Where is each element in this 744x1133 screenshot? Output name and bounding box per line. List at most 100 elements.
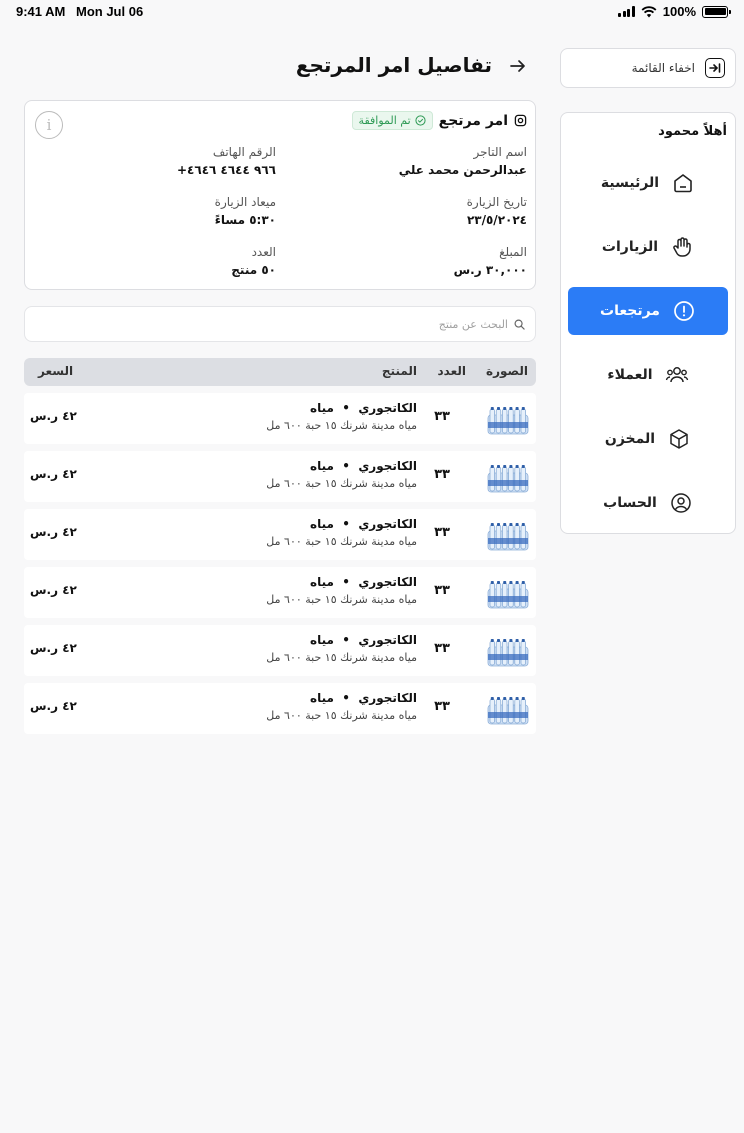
sidebar: أهلاً محمود الرئيسية الزيارات مرتجعات ال… bbox=[560, 112, 736, 534]
product-image bbox=[486, 463, 530, 495]
status-date: Mon Jul 06 bbox=[76, 4, 144, 19]
row-price: ٤٢ ر.س bbox=[30, 525, 77, 539]
row-name: مياه bbox=[310, 401, 334, 415]
phone-value: +٩٦٦ ٤٦٤٤ ٤٦٤٦ bbox=[176, 163, 276, 177]
row-name: مياه bbox=[310, 575, 334, 589]
status-time: 9:41 AM bbox=[16, 4, 66, 19]
sidebar-item-label: العملاء bbox=[607, 367, 653, 383]
row-category: الكاتجوري bbox=[358, 401, 417, 415]
row-desc: مياه مدينة شرنك ١٥ حبة ٦٠٠ مل bbox=[266, 477, 417, 490]
status-badge-text: تم الموافقة bbox=[358, 114, 411, 127]
row-desc: مياه مدينة شرنك ١٥ حبة ٦٠٠ مل bbox=[266, 535, 417, 548]
greeting: أهلاً محمود bbox=[658, 124, 727, 139]
signal-icon bbox=[618, 6, 635, 17]
visit-time-label: ميعاد الزيارة bbox=[214, 195, 276, 209]
row-name: مياه bbox=[310, 459, 334, 473]
sidebar-item-label: الحساب bbox=[603, 495, 657, 511]
sidebar-item-warehouse[interactable]: المخزن bbox=[568, 415, 728, 463]
merchant-field: اسم التاجر عبدالرحمن محمد علي bbox=[399, 145, 527, 177]
check-circle-icon bbox=[415, 115, 426, 126]
visit-time-value: ٥:٣٠ مساءً bbox=[214, 213, 276, 227]
row-price: ٤٢ ر.س bbox=[30, 641, 77, 655]
count-value: ٥٠ منتج bbox=[231, 263, 276, 277]
row-qty: ٣٣ bbox=[434, 409, 450, 424]
visit-date-label: تاريخ الزيارة bbox=[466, 195, 527, 209]
header-qty: العدد bbox=[437, 364, 466, 378]
sidebar-item-label: الزيارات bbox=[601, 239, 659, 255]
collapse-icon bbox=[705, 58, 725, 78]
wifi-icon bbox=[641, 5, 657, 17]
row-qty: ٣٣ bbox=[434, 641, 450, 656]
row-category: الكاتجوري bbox=[358, 575, 417, 589]
count-label: العدد bbox=[251, 245, 276, 259]
row-price: ٤٢ ر.س bbox=[30, 699, 77, 713]
visit-time-field: ميعاد الزيارة ٥:٣٠ مساءً bbox=[215, 195, 276, 227]
sidebar-item-account[interactable]: الحساب bbox=[568, 479, 728, 527]
row-category: الكاتجوري bbox=[358, 633, 417, 647]
battery-percent: 100% bbox=[662, 4, 696, 19]
row-desc: مياه مدينة شرنك ١٥ حبة ٦٠٠ مل bbox=[266, 419, 417, 432]
page-title: تفاصيل امر المرتجع bbox=[295, 53, 492, 77]
table-row[interactable]: ٣٣ الكاتجوري • مياه مياه مدينة شرنك ١٥ حبة… bbox=[24, 509, 536, 560]
status-badge: تم الموافقة bbox=[351, 111, 433, 130]
hide-menu-button[interactable]: اخفاء القائمة bbox=[560, 48, 736, 88]
header-image: الصورة bbox=[486, 364, 528, 378]
row-name: مياه bbox=[310, 691, 334, 705]
merchant-label: اسم التاجر bbox=[473, 145, 528, 159]
amount-label: المبلغ bbox=[499, 245, 527, 259]
sidebar-item-returns[interactable]: مرتجعات bbox=[568, 287, 728, 335]
table-row[interactable]: ٣٣ الكاتجوري • مياه مياه مدينة شرنك ١٥ حبة… bbox=[24, 393, 536, 444]
sidebar-item-label: الرئيسية bbox=[600, 175, 660, 191]
row-qty: ٣٣ bbox=[434, 467, 450, 482]
sidebar-item-home[interactable]: الرئيسية bbox=[568, 159, 728, 207]
sidebar-item-label: المخزن bbox=[604, 431, 656, 447]
table-row[interactable]: ٣٣ الكاتجوري • مياه مياه مدينة شرنك ١٥ حبة… bbox=[24, 683, 536, 734]
product-image bbox=[486, 521, 530, 553]
visit-date-field: تاريخ الزيارة ٢٣/٥/٢٠٢٤ bbox=[467, 195, 527, 227]
row-price: ٤٢ ر.س bbox=[30, 467, 77, 481]
order-info-card: i امر مرتجع تم الموافقة اسم التاجر عبدال… bbox=[24, 100, 536, 290]
row-price: ٤٢ ر.س bbox=[30, 409, 77, 423]
search-input[interactable] bbox=[208, 317, 508, 331]
users-icon bbox=[665, 367, 688, 383]
row-product: الكاتجوري • مياه مياه مدينة شرنك ١٥ حبة ٦… bbox=[266, 575, 417, 606]
sidebar-item-customers[interactable]: العملاء bbox=[568, 351, 728, 399]
count-field: العدد ٥٠ منتج bbox=[231, 245, 276, 277]
sidebar-item-visits[interactable]: الزيارات bbox=[568, 223, 728, 271]
back-arrow-icon[interactable] bbox=[508, 56, 528, 76]
visit-date-value: ٢٣/٥/٢٠٢٤ bbox=[466, 213, 527, 227]
merchant-value: عبدالرحمن محمد علي bbox=[398, 163, 527, 177]
table-row[interactable]: ٣٣ الكاتجوري • مياه مياه مدينة شرنك ١٥ حبة… bbox=[24, 625, 536, 676]
alert-circle-icon bbox=[674, 301, 694, 321]
box-icon bbox=[670, 429, 688, 449]
row-category: الكاتجوري bbox=[358, 517, 417, 531]
table-header: الصورة العدد المنتج السعر bbox=[24, 358, 536, 386]
info-icon[interactable]: i bbox=[35, 111, 63, 139]
row-qty: ٣٣ bbox=[434, 699, 450, 714]
row-qty: ٣٣ bbox=[434, 525, 450, 540]
table-row[interactable]: ٣٣ الكاتجوري • مياه مياه مدينة شرنك ١٥ حبة… bbox=[24, 567, 536, 618]
row-product: الكاتجوري • مياه مياه مدينة شرنك ١٥ حبة ٦… bbox=[266, 691, 417, 722]
row-desc: مياه مدينة شرنك ١٥ حبة ٦٠٠ مل bbox=[266, 651, 417, 664]
row-product: الكاتجوري • مياه مياه مدينة شرنك ١٥ حبة ٦… bbox=[266, 401, 417, 432]
status-bar: 9:41 AM Mon Jul 06 100% bbox=[0, 0, 744, 24]
row-desc: مياه مدينة شرنك ١٥ حبة ٦٠٠ مل bbox=[266, 709, 417, 722]
product-image bbox=[486, 405, 530, 437]
row-product: الكاتجوري • مياه مياه مدينة شرنك ١٥ حبة ٦… bbox=[266, 633, 417, 664]
row-desc: مياه مدينة شرنك ١٥ حبة ٦٠٠ مل bbox=[266, 593, 417, 606]
order-title-text: امر مرتجع bbox=[438, 112, 508, 129]
row-price: ٤٢ ر.س bbox=[30, 583, 77, 597]
row-qty: ٣٣ bbox=[434, 583, 450, 598]
row-name: مياه bbox=[310, 517, 334, 531]
product-image bbox=[486, 695, 530, 727]
amount-value: ٣٠,٠٠٠ ر.س bbox=[453, 263, 527, 277]
phone-field: الرقم الهاتف +٩٦٦ ٤٦٤٤ ٤٦٤٦ bbox=[177, 145, 276, 177]
table-row[interactable]: ٣٣ الكاتجوري • مياه مياه مدينة شرنك ١٥ حبة… bbox=[24, 451, 536, 502]
product-image bbox=[486, 579, 530, 611]
row-product: الكاتجوري • مياه مياه مدينة شرنك ١٥ حبة ٦… bbox=[266, 459, 417, 490]
user-circle-icon bbox=[671, 493, 691, 513]
order-title: امر مرتجع تم الموافقة bbox=[351, 111, 527, 130]
sidebar-item-label: مرتجعات bbox=[600, 303, 660, 319]
search-bar bbox=[24, 306, 536, 342]
row-name: مياه bbox=[310, 633, 334, 647]
